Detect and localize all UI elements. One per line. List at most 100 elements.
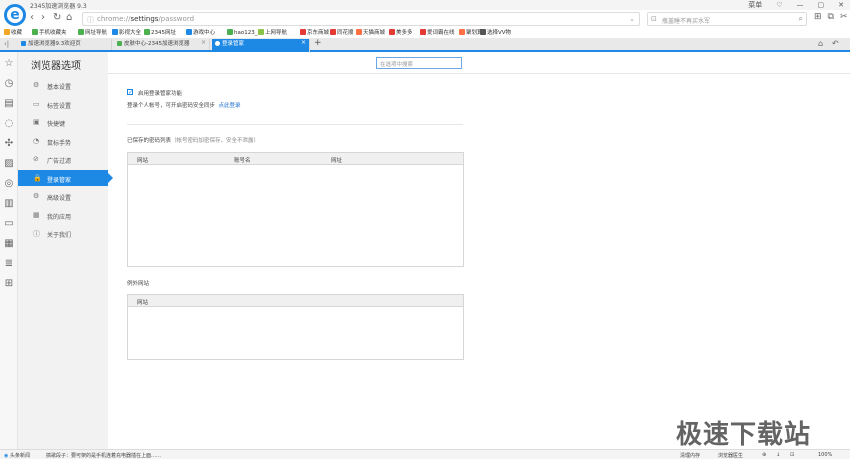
nav-item[interactable]: ⚙ 基本设置 xyxy=(18,77,108,93)
nav-icon: ▣ xyxy=(33,118,40,126)
enable-label: 启用登录管家功能 xyxy=(138,91,183,97)
maximize-button[interactable]: ▢ xyxy=(818,0,825,10)
zoom-level[interactable]: 100% xyxy=(818,452,832,458)
nav-item[interactable]: ◔ 鼠标手势 xyxy=(18,133,108,149)
bookmark-item[interactable]: 游戏中心 xyxy=(186,28,215,36)
exceptions-title: 例外网站 xyxy=(127,281,150,287)
bookmark-item[interactable]: 美多多 xyxy=(389,28,413,36)
url-text[interactable]: chrome://settings/password xyxy=(97,15,194,23)
skin-icon[interactable]: ♡ xyxy=(776,0,782,10)
bookmark-item[interactable]: 聚划算 xyxy=(459,28,483,36)
clear-memory-button[interactable]: 清理内存 xyxy=(680,452,700,459)
nav-item[interactable]: ⓘ 关于我们 xyxy=(18,225,108,241)
star-icon[interactable]: ☆ xyxy=(3,58,15,70)
bookmark-item[interactable]: 上网导航 xyxy=(258,28,287,36)
news-label[interactable]: ◉ 头条新闻 xyxy=(4,452,30,459)
settings-header: 浏览器选项 xyxy=(18,52,108,73)
tab-login-manager[interactable]: 登录管家 × xyxy=(212,39,310,52)
nav-label: 我的应用 xyxy=(47,213,72,221)
window-icon[interactable]: ⧉ xyxy=(828,12,834,22)
column-site[interactable]: 网站 xyxy=(137,156,148,164)
apps-icon[interactable]: ⊞ xyxy=(3,278,15,290)
home-button[interactable]: ⌂ xyxy=(66,12,72,23)
nav-item[interactable]: ⚙ 高级设置 xyxy=(18,188,108,204)
calendar-icon[interactable]: ▤ xyxy=(3,98,15,110)
nav-label: 鼠标手势 xyxy=(47,139,72,147)
browser-doctor-button[interactable]: 浏览器医生 xyxy=(718,452,743,459)
news-headline[interactable]: 搞歌段子：要可架的是手机连着充电器插在上面…… xyxy=(46,452,161,459)
nav-label: 高级设置 xyxy=(47,195,72,202)
bookmark-label: 爱词霸在线 xyxy=(427,30,455,36)
film-icon[interactable]: ▥ xyxy=(3,198,15,210)
screen-icon[interactable]: ⊡ xyxy=(790,452,794,458)
note-icon[interactable]: ≣ xyxy=(3,258,15,270)
nav-item[interactable]: ▦ 我的应用 xyxy=(18,207,108,223)
login-text: 登录个人帐号，可开启密码安全同步 点此登录 xyxy=(127,101,241,109)
column-site[interactable]: 网站 xyxy=(137,298,148,306)
nav-item[interactable]: ▣ 快捷键 xyxy=(18,114,108,130)
search-icon[interactable]: ⌕ xyxy=(799,14,803,24)
bookmark-item[interactable]: 选择VV物 xyxy=(480,28,511,36)
bookmark-item[interactable]: 天猫商城 xyxy=(356,28,385,36)
saved-passwords-title: 已保存的密码列表（帐号密码加密保存，安全不泄露） xyxy=(127,136,259,144)
close-icon[interactable]: × xyxy=(201,39,206,46)
saved-note: （帐号密码加密保存，安全不泄露） xyxy=(171,138,260,144)
bookmark-item[interactable]: 收藏 xyxy=(4,28,22,36)
enable-checkbox[interactable]: ✓ xyxy=(127,89,133,96)
nav-item[interactable]: ▭ 标签设置 xyxy=(18,96,108,112)
restore-icon[interactable]: ⌂ xyxy=(818,39,823,48)
login-manager-panel: ✓ 启用登录管家功能 登录个人帐号，可开启密码安全同步 点此登录 已保存的密码列… xyxy=(108,74,850,449)
bookmark-item[interactable]: 同花顺 xyxy=(330,28,354,36)
search-input[interactable]: 瓶盖睡不再买水军 xyxy=(662,16,710,25)
search-box[interactable]: ⊡ 瓶盖睡不再买水军 ⌕ xyxy=(647,12,807,26)
bookmark-favicon xyxy=(356,29,362,35)
screenshot-icon[interactable]: ✂ xyxy=(840,12,848,22)
bookmark-item[interactable]: 影视大全 xyxy=(112,28,141,36)
bookmark-item[interactable]: 2345网址 xyxy=(144,28,176,36)
calculator-icon[interactable]: ▦ xyxy=(3,238,15,250)
bookmark-item[interactable]: 京东商城 xyxy=(300,28,329,36)
card-icon[interactable]: ▭ xyxy=(3,218,15,230)
close-button[interactable]: ✕ xyxy=(838,0,844,10)
undo-icon[interactable]: ↶ xyxy=(832,39,839,48)
controller-icon[interactable]: ◎ xyxy=(3,178,15,190)
bookmark-item[interactable]: 手机收藏夹 xyxy=(32,28,67,36)
window-controls: 菜单 ♡ — ▢ ✕ xyxy=(748,0,844,10)
column-account[interactable]: 账号名 xyxy=(234,156,251,164)
chevron-down-icon[interactable]: ⌄ xyxy=(629,15,635,23)
options-search-placeholder: 在选项中搜索 xyxy=(380,62,414,68)
download-icon[interactable]: ↓ xyxy=(776,452,780,458)
bookmark-favicon xyxy=(227,29,233,35)
apps-icon[interactable]: ⊞ xyxy=(814,12,822,22)
tab-welcome[interactable]: 加速浏览器9.3欢迎页 xyxy=(18,39,112,50)
chat-icon[interactable]: ◌ xyxy=(3,118,15,130)
reload-button[interactable]: ↻ xyxy=(53,12,61,23)
nav-item[interactable]: 🔒 登录管家 xyxy=(18,169,113,186)
bookmark-item[interactable]: 网址导航 xyxy=(78,28,107,36)
back-button[interactable]: ‹ xyxy=(30,12,34,23)
game-icon[interactable]: ✣ xyxy=(3,138,15,150)
login-link[interactable]: 点此登录 xyxy=(219,103,241,109)
bookmark-favicon xyxy=(186,29,192,35)
minimize-button[interactable]: — xyxy=(797,0,804,10)
address-bar[interactable]: ⓘ chrome://settings/password ⌄ xyxy=(82,12,640,26)
column-url[interactable]: 网址 xyxy=(331,156,342,164)
saved-passwords-table: 网站 账号名 网址 xyxy=(127,152,464,267)
new-tab-button[interactable]: + xyxy=(314,38,322,48)
tab-skin-center[interactable]: 皮肤中心-2345加速浏览器 × xyxy=(114,39,210,50)
picture-icon[interactable]: ▨ xyxy=(3,158,15,170)
search-engine-icon[interactable]: ⊡ xyxy=(651,15,657,23)
bookmark-label: 手机收藏夹 xyxy=(39,30,67,36)
tab-label: 皮肤中心-2345加速浏览器 xyxy=(124,41,190,47)
nav-item[interactable]: ⊘ 广告过滤 xyxy=(18,151,108,167)
sidebar-toggle-icon[interactable]: ‹| xyxy=(4,40,9,48)
browser-logo[interactable]: e xyxy=(4,4,26,26)
watermark: 极速下载站 xyxy=(676,420,812,450)
extension-icon[interactable]: ⊕ xyxy=(762,452,766,458)
menu-button[interactable]: 菜单 xyxy=(748,0,762,10)
forward-button[interactable]: › xyxy=(41,12,45,23)
bookmark-item[interactable]: 爱词霸在线 xyxy=(420,28,455,36)
history-icon[interactable]: ◷ xyxy=(3,78,15,90)
options-search-input[interactable]: 在选项中搜索 xyxy=(376,57,462,69)
close-icon[interactable]: × xyxy=(301,39,306,46)
